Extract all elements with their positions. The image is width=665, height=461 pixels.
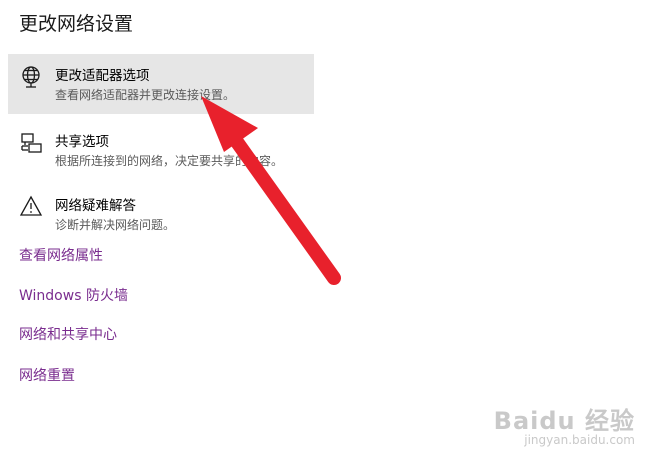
option-name: 共享选项 [55,134,109,150]
network-troubleshooter-item[interactable]: 网络疑难解答 诊断并解决网络问题。 [8,184,314,244]
sharing-options-item[interactable]: 共享选项 根据所连接到的网络，决定要共享的内容。 [8,120,314,180]
option-name: 网络疑难解答 [55,198,136,214]
option-description: 诊断并解决网络问题。 [55,218,176,232]
watermark-brand: Baidu 经验 [493,407,635,435]
globe-network-icon [22,66,40,88]
sharing-icon [21,133,42,153]
option-description: 查看网络适配器并更改连接设置。 [55,88,236,102]
network-reset-link[interactable]: 网络重置 [19,365,75,385]
warning-triangle-icon [19,195,43,216]
view-network-properties-link[interactable]: 查看网络属性 [19,245,103,265]
network-sharing-center-link[interactable]: 网络和共享中心 [19,324,117,344]
page-title: 更改网络设置 [19,13,134,35]
option-description: 根据所连接到的网络，决定要共享的内容。 [55,154,284,168]
baidu-watermark: Baidu 经验 jingyan.baidu.com [494,401,635,447]
change-adapter-options-item[interactable]: 更改适配器选项 查看网络适配器并更改连接设置。 [8,54,314,114]
windows-firewall-link[interactable]: Windows 防火墙 [19,285,128,305]
option-name: 更改适配器选项 [55,68,150,84]
